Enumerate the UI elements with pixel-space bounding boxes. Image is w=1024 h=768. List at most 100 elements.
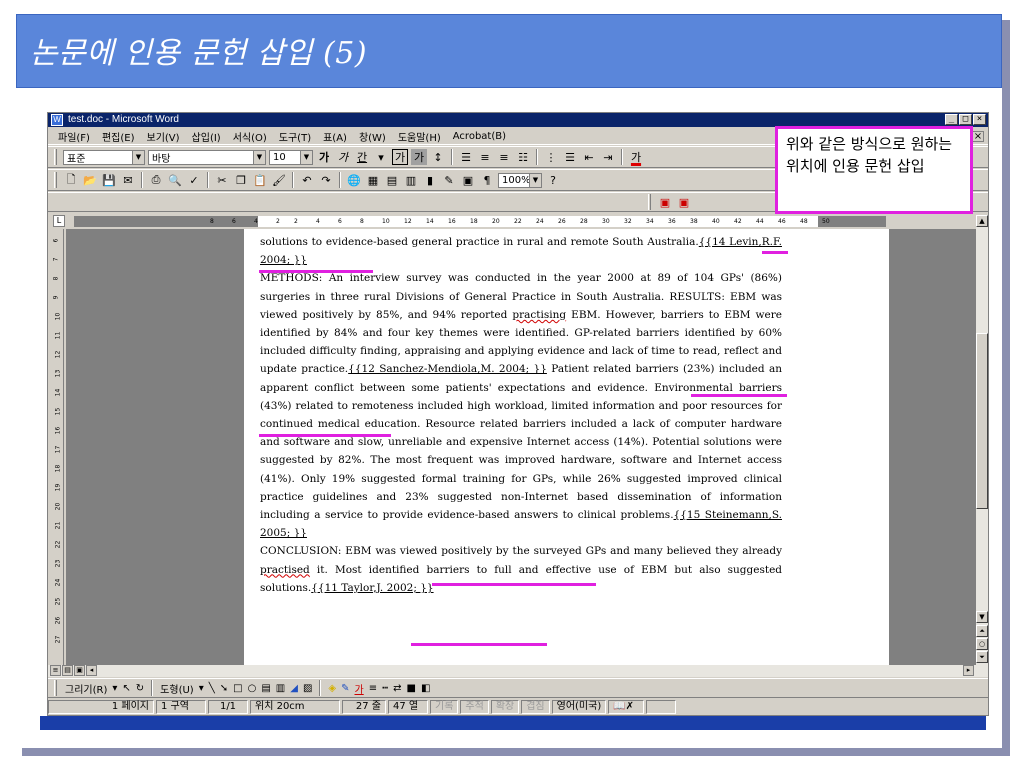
textbox-icon[interactable]: ▤ <box>261 683 270 694</box>
print-preview-icon[interactable]: 🔍 <box>167 172 183 188</box>
new-document-icon[interactable]: 🗋 <box>63 172 79 188</box>
menu-view[interactable]: 보기(V) <box>145 129 182 144</box>
status-language[interactable]: 영어(미국) <box>551 700 607 714</box>
outline-view-icon[interactable]: ◂ <box>86 665 97 676</box>
vertical-ruler[interactable]: 6 7 8 9 10 11 12 13 14 15 16 17 18 19 20 21 22 23 24 25 26 27 <box>52 229 64 665</box>
increase-indent-icon[interactable]: ⇥ <box>600 149 616 165</box>
tables-borders-icon[interactable]: ▦ <box>365 172 381 188</box>
paste-icon[interactable]: 📋 <box>252 172 268 188</box>
undo-icon[interactable]: ↶ <box>299 172 315 188</box>
insert-excel-icon[interactable]: ▥ <box>403 172 419 188</box>
align-right-icon[interactable]: ≡ <box>496 149 512 165</box>
shadow-icon[interactable]: ■ <box>407 683 416 694</box>
print-layout-icon[interactable]: ▣ <box>74 665 85 676</box>
insert-table-icon[interactable]: ▤ <box>384 172 400 188</box>
arrow-style-icon[interactable]: ⇄ <box>393 683 401 694</box>
cut-icon[interactable]: ✂ <box>214 172 230 188</box>
char-box-icon[interactable]: 가 <box>392 149 408 165</box>
chevron-down-icon[interactable]: ▼ <box>300 150 312 164</box>
autoshapes-button[interactable]: 도형(U) <box>160 681 194 696</box>
document-text[interactable]: solutions to evidence-based general prac… <box>260 233 782 597</box>
web-view-icon[interactable]: ▤ <box>62 665 73 676</box>
scroll-up-icon[interactable]: ▲ <box>976 215 988 227</box>
status-rec[interactable]: 기록 <box>430 700 459 714</box>
oval-icon[interactable]: ○ <box>248 683 257 694</box>
horizontal-scrollbar[interactable]: ≡ ▤ ▣ ◂ ▸ <box>48 665 988 677</box>
help-icon[interactable]: ? <box>545 172 561 188</box>
document-map-icon[interactable]: ▣ <box>460 172 476 188</box>
align-center-icon[interactable]: ≡ <box>477 149 493 165</box>
menu-window[interactable]: 창(W) <box>357 129 388 144</box>
horizontal-ruler[interactable]: L 8 6 4 2 2 4 6 8 10 12 14 16 18 20 22 24 26 28 30 32 34 36 38… <box>48 214 988 228</box>
fill-color-icon[interactable]: ◈ <box>328 683 336 694</box>
chevron-down-icon[interactable]: ▼ <box>529 173 541 187</box>
toolbar-grip[interactable] <box>54 680 57 696</box>
pdf-convert-icon[interactable]: ▣ <box>657 194 673 210</box>
maximize-button[interactable]: □ <box>959 114 972 125</box>
print-icon[interactable]: ⎙ <box>148 172 164 188</box>
hyperlink-icon[interactable]: 🌐 <box>346 172 362 188</box>
format-painter-icon[interactable]: 🖌 <box>271 172 287 188</box>
menu-help[interactable]: 도움말(H) <box>396 129 443 144</box>
font-color-icon[interactable]: 가 <box>355 681 364 696</box>
pdf-email-icon[interactable]: ▣ <box>676 194 692 210</box>
font-color-button[interactable]: 가 <box>628 149 644 165</box>
minimize-button[interactable]: _ <box>945 114 958 125</box>
font-size-combo[interactable]: 10 ▼ <box>269 149 313 165</box>
copy-icon[interactable]: ❐ <box>233 172 249 188</box>
columns-icon[interactable]: ▮ <box>422 172 438 188</box>
next-page-icon[interactable]: ⏷ <box>976 651 988 663</box>
toolbar-grip[interactable] <box>648 194 651 210</box>
align-justify-icon[interactable]: ☰ <box>458 149 474 165</box>
spelling-status-icon[interactable]: 📖✗ <box>608 700 645 714</box>
line-icon[interactable]: ╲ <box>209 683 215 694</box>
redo-icon[interactable]: ↷ <box>318 172 334 188</box>
save-icon[interactable]: 💾 <box>101 172 117 188</box>
dropdown-arrow-icon[interactable]: ▾ <box>199 683 204 694</box>
line-style-icon[interactable]: ≡ <box>369 683 377 694</box>
tab-selector[interactable]: L <box>53 215 65 227</box>
char-shade-icon[interactable]: 가 <box>411 149 427 165</box>
citation-field[interactable]: {{11 Taylor,J. 2002; }} <box>311 582 433 594</box>
arrow-icon[interactable]: ➘ <box>220 683 228 694</box>
menu-edit[interactable]: 편집(E) <box>100 129 137 144</box>
menu-tools[interactable]: 도구(T) <box>277 129 313 144</box>
normal-view-icon[interactable]: ≡ <box>50 665 61 676</box>
rectangle-icon[interactable]: □ <box>233 683 242 694</box>
rotate-icon[interactable]: ↻ <box>136 683 144 694</box>
zoom-combo[interactable]: 100% ▼ <box>498 172 542 188</box>
numbering-icon[interactable]: ⋮ <box>543 149 559 165</box>
spelling-icon[interactable]: ✓ <box>186 172 202 188</box>
char-border-icon[interactable]: ▾ <box>373 149 389 165</box>
vertical-textbox-icon[interactable]: ▥ <box>276 683 285 694</box>
bold-button[interactable]: 가 <box>316 149 332 165</box>
line-color-icon[interactable]: ✎ <box>341 683 349 694</box>
dash-style-icon[interactable]: ┅ <box>382 683 388 694</box>
menu-table[interactable]: 표(A) <box>321 129 349 144</box>
style-combo[interactable]: 표준 ▼ <box>63 149 145 165</box>
email-icon[interactable]: ✉ <box>120 172 136 188</box>
wordart-icon[interactable]: ◢ <box>290 683 298 694</box>
spelling-error[interactable]: practising <box>512 309 566 321</box>
citation-field[interactable]: {{12 Sanchez-Mendiola,M. 2004; }} <box>348 363 547 375</box>
chevron-down-icon[interactable]: ▼ <box>253 150 265 164</box>
3d-icon[interactable]: ◧ <box>421 683 430 694</box>
vertical-scrollbar[interactable]: ▲ ▼ ⏶ ○ ⏷ <box>976 215 988 665</box>
select-objects-icon[interactable]: ↖ <box>122 683 130 694</box>
toolbar-grip[interactable] <box>54 149 57 165</box>
drawing-icon[interactable]: ✎ <box>441 172 457 188</box>
menu-file[interactable]: 파일(F) <box>56 129 92 144</box>
open-folder-icon[interactable]: 📂 <box>82 172 98 188</box>
scroll-thumb[interactable] <box>976 333 988 509</box>
status-ext[interactable]: 확장 <box>490 700 520 714</box>
draw-menu-button[interactable]: 그리기(R) <box>65 681 107 696</box>
char-scale-icon[interactable]: ↕ <box>430 149 446 165</box>
show-hide-icon[interactable]: ¶ <box>479 172 495 188</box>
clipart-icon[interactable]: ▨ <box>303 683 312 694</box>
close-button[interactable]: × <box>973 114 986 125</box>
document-page[interactable]: solutions to evidence-based general prac… <box>244 229 889 665</box>
font-combo[interactable]: 바탕 ▼ <box>148 149 266 165</box>
underline-button[interactable]: 간 <box>354 149 370 165</box>
distribute-icon[interactable]: ☷ <box>515 149 531 165</box>
bullets-icon[interactable]: ☰ <box>562 149 578 165</box>
